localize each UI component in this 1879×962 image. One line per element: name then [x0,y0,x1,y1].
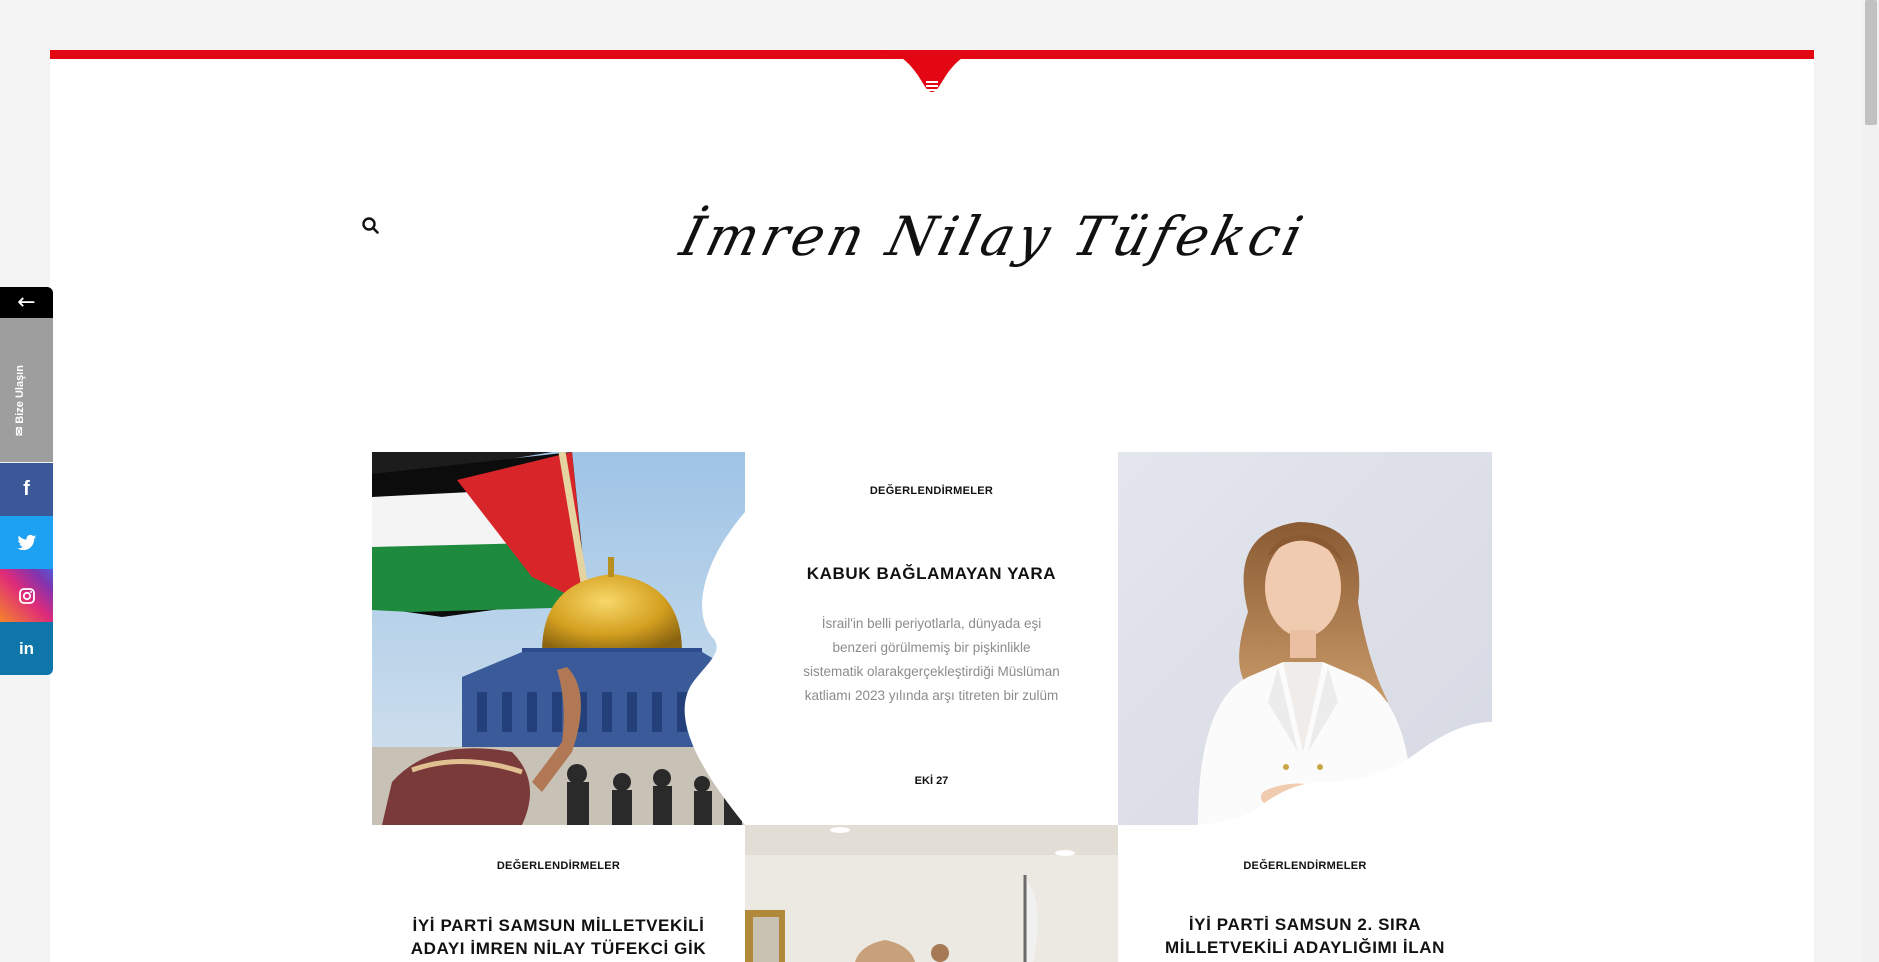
facebook-icon: f [23,478,30,500]
post-image-palestine[interactable] [372,452,745,825]
post-1-excerpt-line: benzeri görülmemiş bir pişkinlikle [832,640,1031,655]
linkedin-button[interactable]: in [0,622,53,675]
post-card-2: DEĞERLENDİRMELER İYİ PARTİ SAMSUN MİLLET… [372,825,745,962]
post-1-excerpt-line: sistematik olarakgerçekleştirdiği Müslüm… [803,664,1060,679]
contact-tab-label: ✉ Bize Ulaşın [14,365,26,436]
twitter-icon [17,534,36,550]
post-1-title[interactable]: KABUK BAĞLAMAYAN YARA [745,562,1118,585]
post-1-category[interactable]: DEĞERLENDİRMELER [745,485,1118,497]
post-card-1: DEĞERLENDİRMELER KABUK BAĞLAMAYAN YARA İ… [745,452,1118,825]
scrollbar[interactable] [1862,0,1879,962]
post-3-title-line: MİLLETVEKİLİ ADAYLIĞIMI İLAN [1165,938,1445,957]
side-toggle-arrow-icon[interactable]: ← [0,287,53,318]
post-image-portrait[interactable] [1118,452,1492,825]
post-3-title-line: İYİ PARTİ SAMSUN 2. SIRA [1188,915,1422,934]
post-3-title[interactable]: İYİ PARTİ SAMSUN 2. SIRA MİLLETVEKİLİ AD… [1118,913,1492,959]
instagram-icon [18,587,35,604]
post-2-category[interactable]: DEĞERLENDİRMELER [372,860,745,872]
post-image-event[interactable] [745,825,1118,962]
post-card-3: DEĞERLENDİRMELER İYİ PARTİ SAMSUN 2. SIR… [1118,825,1492,962]
post-3-category[interactable]: DEĞERLENDİRMELER [1118,860,1492,872]
search-icon[interactable] [360,215,382,237]
scrollbar-thumb[interactable] [1865,0,1877,125]
post-2-title[interactable]: İYİ PARTİ SAMSUN MİLLETVEKİLİ ADAYI İMRE… [372,914,745,960]
post-1-date: EKİ 27 [914,775,949,787]
facebook-button[interactable]: f [0,463,53,516]
post-2-title-line: ADAYI İMREN NİLAY TÜFEKCİ GİK [410,939,707,958]
hamburger-icon[interactable] [921,76,943,94]
site-logo[interactable]: İmren Nilay Tüfekci [670,205,1313,285]
post-2-title-line: İYİ PARTİ SAMSUN MİLLETVEKİLİ [412,916,705,935]
instagram-button[interactable] [0,569,53,622]
post-1-excerpt-line: İsrail'in belli periyotlarla, dünyada eş… [821,616,1042,631]
post-1-excerpt-line: katliamı 2023 yılında arşı titreten bir … [804,688,1059,703]
post-1-excerpt: İsrail'in belli periyotlarla, dünyada eş… [745,612,1118,708]
contact-tab[interactable]: ✉ Bize Ulaşın [0,318,53,462]
twitter-button[interactable] [0,516,53,569]
linkedin-icon: in [18,638,35,658]
